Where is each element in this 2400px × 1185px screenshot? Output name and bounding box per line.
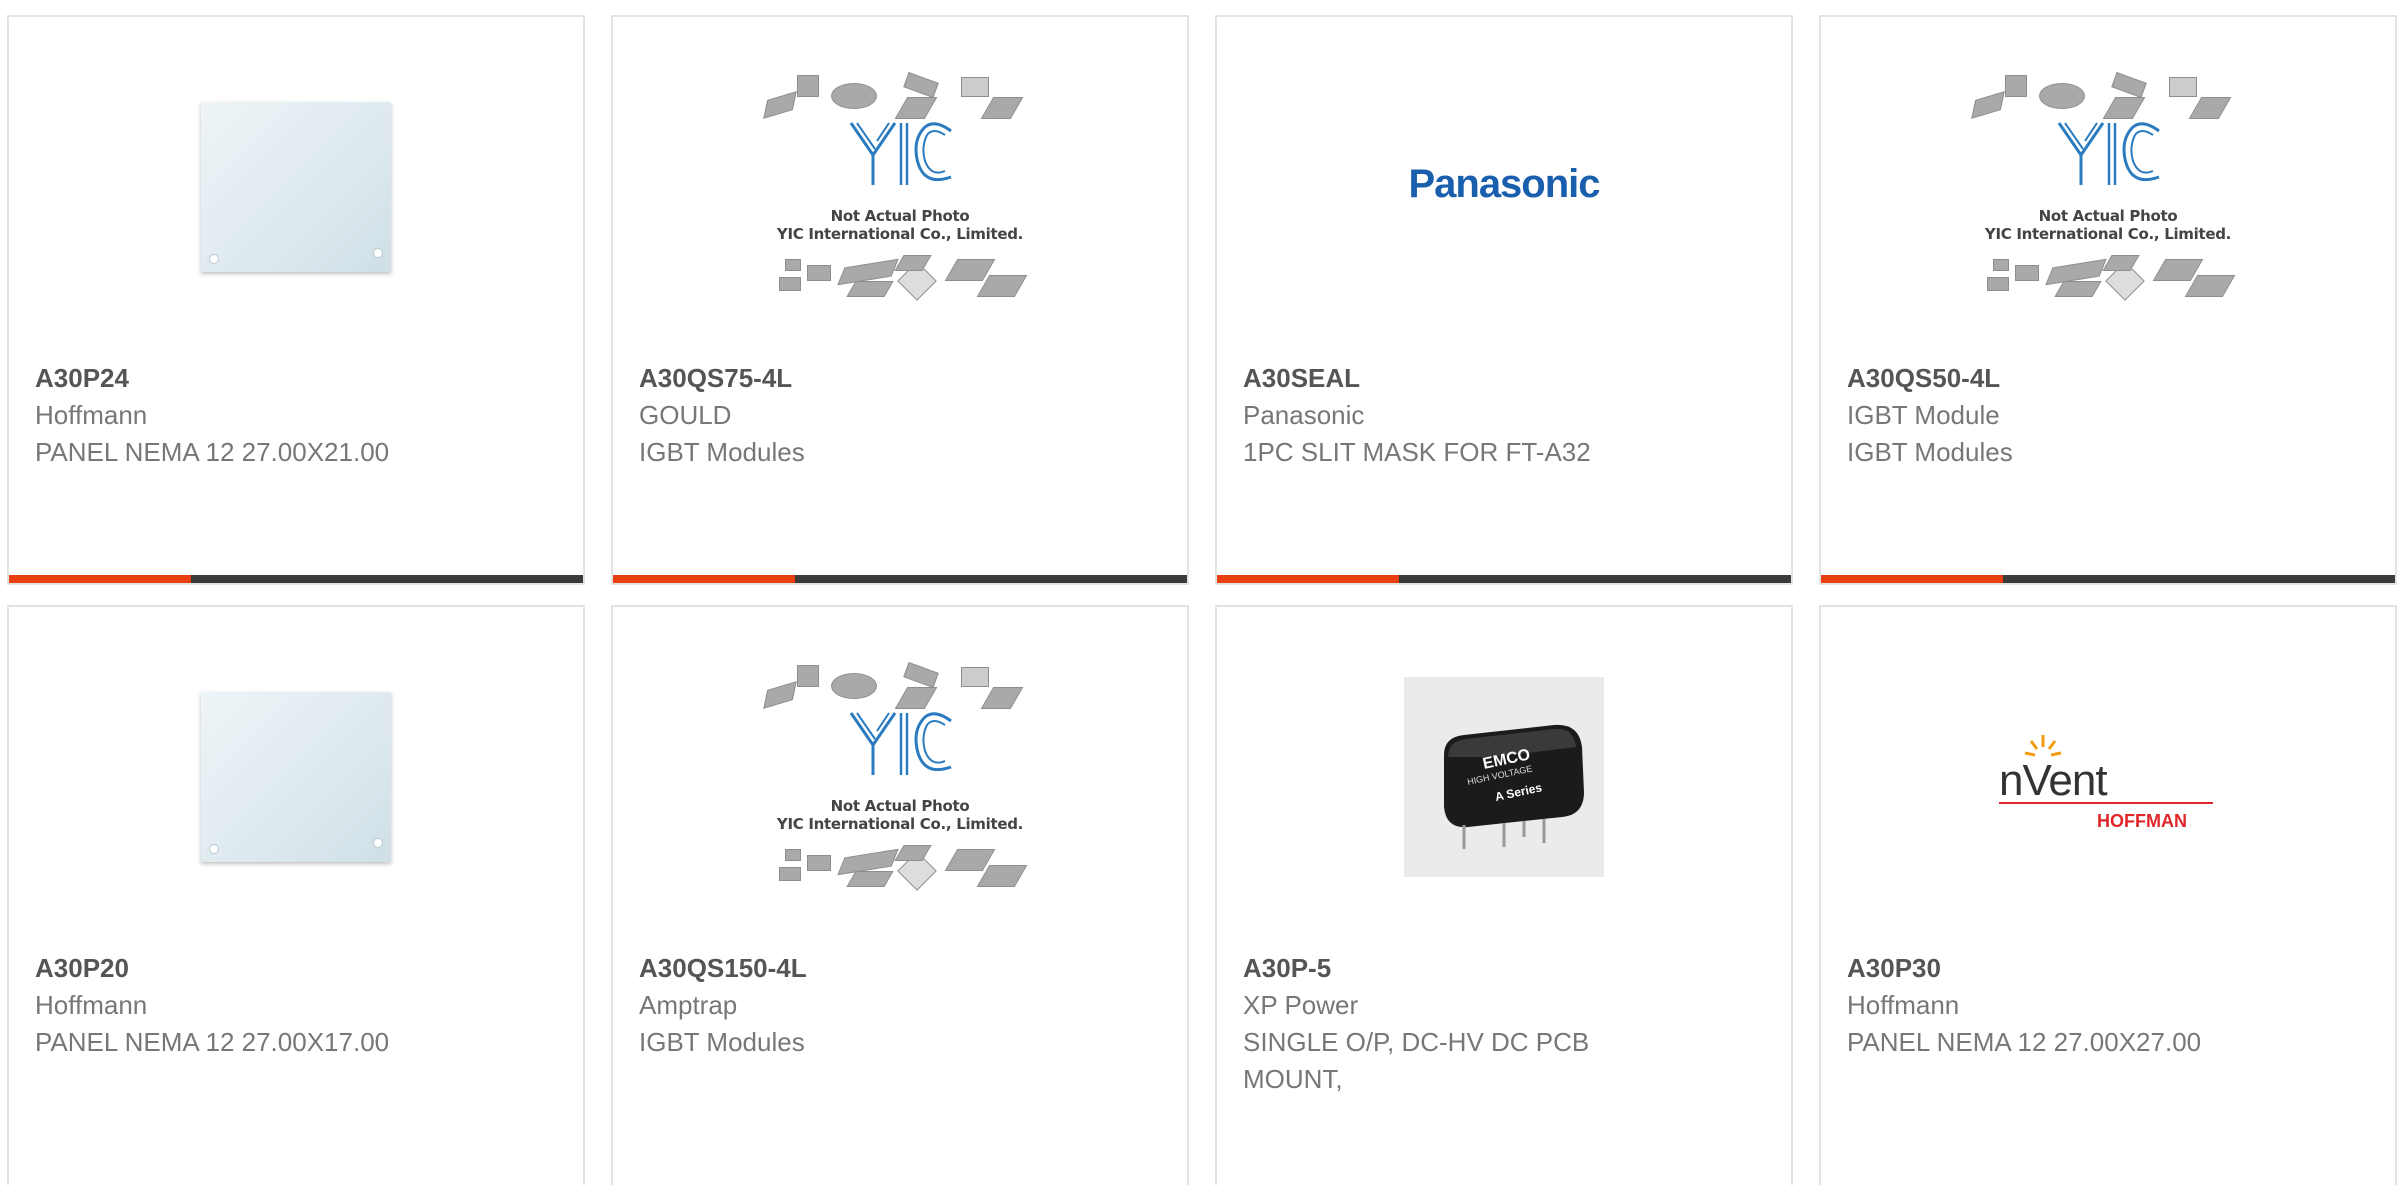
product-image[interactable]: EMCO HIGH VOLTAGE A Series — [1217, 607, 1791, 947]
yic-logo-icon — [849, 712, 952, 775]
product-card[interactable]: A30P20 Hoffmann PANEL NEMA 12 27.00X17.0… — [7, 605, 585, 1185]
description: PANEL NEMA 12 27.00X27.00 — [1847, 1027, 2202, 1057]
part-number[interactable]: A30P24 — [35, 360, 555, 397]
product-card[interactable]: EMCO HIGH VOLTAGE A Series A30P-5 XP Pow… — [1215, 605, 1793, 1185]
nvent-hoffman-logo: nVent HOFFMAN — [1993, 717, 2223, 837]
manufacturer: XP Power — [1243, 990, 1359, 1020]
description: PANEL NEMA 12 27.00X21.00 — [35, 437, 390, 467]
part-number[interactable]: A30SEAL — [1243, 360, 1763, 397]
manufacturer: Hoffmann — [35, 400, 148, 430]
product-image[interactable] — [9, 17, 583, 357]
placeholder-caption-2: YIC International Co., Limited. — [776, 225, 1024, 243]
manufacturer: IGBT Module — [1847, 400, 2000, 430]
description: 1PC SLIT MASK FOR FT-A32 — [1243, 437, 1591, 467]
part-number[interactable]: A30QS150-4L — [639, 950, 1159, 987]
placeholder-caption-2: YIC International Co., Limited. — [776, 815, 1024, 833]
emco-module-photo: EMCO HIGH VOLTAGE A Series — [1404, 677, 1604, 877]
product-image[interactable]: Not Actual Photo YIC International Co., … — [613, 607, 1187, 947]
product-card[interactable]: Panasonic A30SEAL Panasonic 1PC SLIT MAS… — [1215, 15, 1793, 585]
placeholder-caption-1: Not Actual Photo — [830, 207, 970, 225]
product-image[interactable]: nVent HOFFMAN — [1821, 607, 2395, 947]
card-bar — [9, 575, 583, 583]
yic-placeholder-image: Not Actual Photo YIC International Co., … — [763, 67, 1035, 307]
hoffman-wordmark: HOFFMAN — [2097, 811, 2187, 831]
description: PANEL NEMA 12 27.00X17.00 — [35, 1027, 390, 1057]
part-number[interactable]: A30P20 — [35, 950, 555, 987]
nvent-wordmark: nVent — [1999, 756, 2107, 805]
description: IGBT Modules — [639, 1027, 805, 1057]
manufacturer: GOULD — [639, 400, 732, 430]
nvent-burst-icon — [2024, 735, 2062, 757]
product-grid: A30P24 Hoffmann PANEL NEMA 12 27.00X21.0… — [0, 0, 2400, 1185]
product-image[interactable]: Not Actual Photo YIC International Co., … — [1821, 17, 2395, 357]
card-bar — [1821, 575, 2395, 583]
card-bar — [1217, 575, 1791, 583]
yic-placeholder-image: Not Actual Photo YIC International Co., … — [1971, 67, 2243, 307]
panel-photo — [201, 102, 391, 272]
product-image[interactable]: Panasonic — [1217, 17, 1791, 357]
description: SINGLE O/P, DC-HV DC PCB MOUNT, — [1243, 1027, 1590, 1094]
description: IGBT Modules — [639, 437, 805, 467]
product-card[interactable]: nVent HOFFMAN A30P30 Hoffmann PANEL NEMA… — [1819, 605, 2397, 1185]
product-image[interactable]: Not Actual Photo YIC International Co., … — [613, 17, 1187, 357]
yic-logo-icon — [2057, 122, 2160, 185]
yic-logo-icon — [849, 122, 952, 185]
placeholder-caption-1: Not Actual Photo — [2038, 207, 2178, 225]
panel-photo — [201, 692, 391, 862]
part-number[interactable]: A30QS75-4L — [639, 360, 1159, 397]
manufacturer: Hoffmann — [1847, 990, 1960, 1020]
product-card[interactable]: Not Actual Photo YIC International Co., … — [1819, 15, 2397, 585]
manufacturer: Amptrap — [639, 990, 738, 1020]
product-card[interactable]: Not Actual Photo YIC International Co., … — [611, 15, 1189, 585]
placeholder-caption-2: YIC International Co., Limited. — [1984, 225, 2232, 243]
description: IGBT Modules — [1847, 437, 2013, 467]
part-number[interactable]: A30P-5 — [1243, 950, 1763, 987]
product-card[interactable]: Not Actual Photo YIC International Co., … — [611, 605, 1189, 1185]
card-bar — [613, 575, 1187, 583]
product-card[interactable]: A30P24 Hoffmann PANEL NEMA 12 27.00X21.0… — [7, 15, 585, 585]
manufacturer: Hoffmann — [35, 990, 148, 1020]
manufacturer: Panasonic — [1243, 400, 1365, 430]
part-number[interactable]: A30QS50-4L — [1847, 360, 2367, 397]
yic-placeholder-image: Not Actual Photo YIC International Co., … — [763, 657, 1035, 897]
part-number[interactable]: A30P30 — [1847, 950, 2367, 987]
placeholder-caption-1: Not Actual Photo — [830, 797, 970, 815]
product-image[interactable] — [9, 607, 583, 947]
panasonic-logo: Panasonic — [1408, 162, 1600, 206]
